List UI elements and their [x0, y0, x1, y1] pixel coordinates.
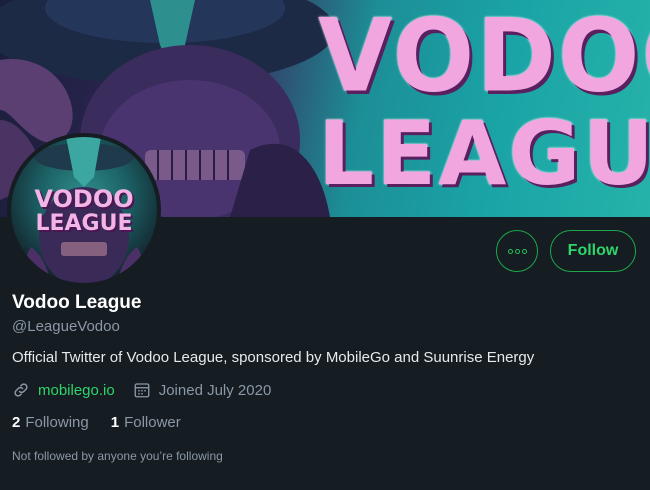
avatar-logo-text: VODOO LEAGUE — [11, 187, 157, 235]
profile-bio: Official Twitter of Vodoo League, sponso… — [12, 349, 535, 366]
website-link[interactable]: mobilego.io — [38, 382, 115, 399]
followers-link[interactable]: 1 Follower — [111, 414, 181, 431]
banner-title-line1: VODOO — [318, 0, 650, 115]
more-options-icon — [507, 248, 527, 254]
follower-count: 1 — [110, 414, 120, 431]
not-followed-notice: Not followed by anyone you’re following — [12, 449, 223, 463]
following-count: 2 — [12, 414, 21, 431]
banner-title: VODOO LEAGUE — [318, 0, 650, 205]
link-icon — [12, 381, 30, 399]
following-label: Following — [25, 414, 89, 431]
more-options-button[interactable] — [496, 230, 538, 272]
display-name: Vodoo League — [12, 292, 142, 313]
joined-date: Joined July 2020 — [158, 381, 272, 399]
user-handle: @LeagueVodoo — [12, 318, 120, 335]
avatar-text-line1: VODOO — [34, 185, 134, 213]
follow-counts: 2 Following 1 Follower — [12, 414, 203, 431]
profile-avatar[interactable]: VODOO LEAGUE — [7, 133, 161, 287]
avatar-text-line2: LEAGUE — [35, 211, 133, 236]
profile-meta: mobilego.io Joined July 2020 — [12, 380, 271, 400]
profile-page: VODOO LEAGUE VODOO LEAGUE Follow Vodoo L… — [0, 0, 650, 490]
following-link[interactable]: 2 Following — [12, 414, 89, 431]
follow-button[interactable]: Follow — [550, 230, 636, 272]
banner-title-line2: LEAGUE — [318, 102, 650, 205]
follower-label: Follower — [124, 414, 181, 431]
calendar-icon — [133, 381, 151, 399]
